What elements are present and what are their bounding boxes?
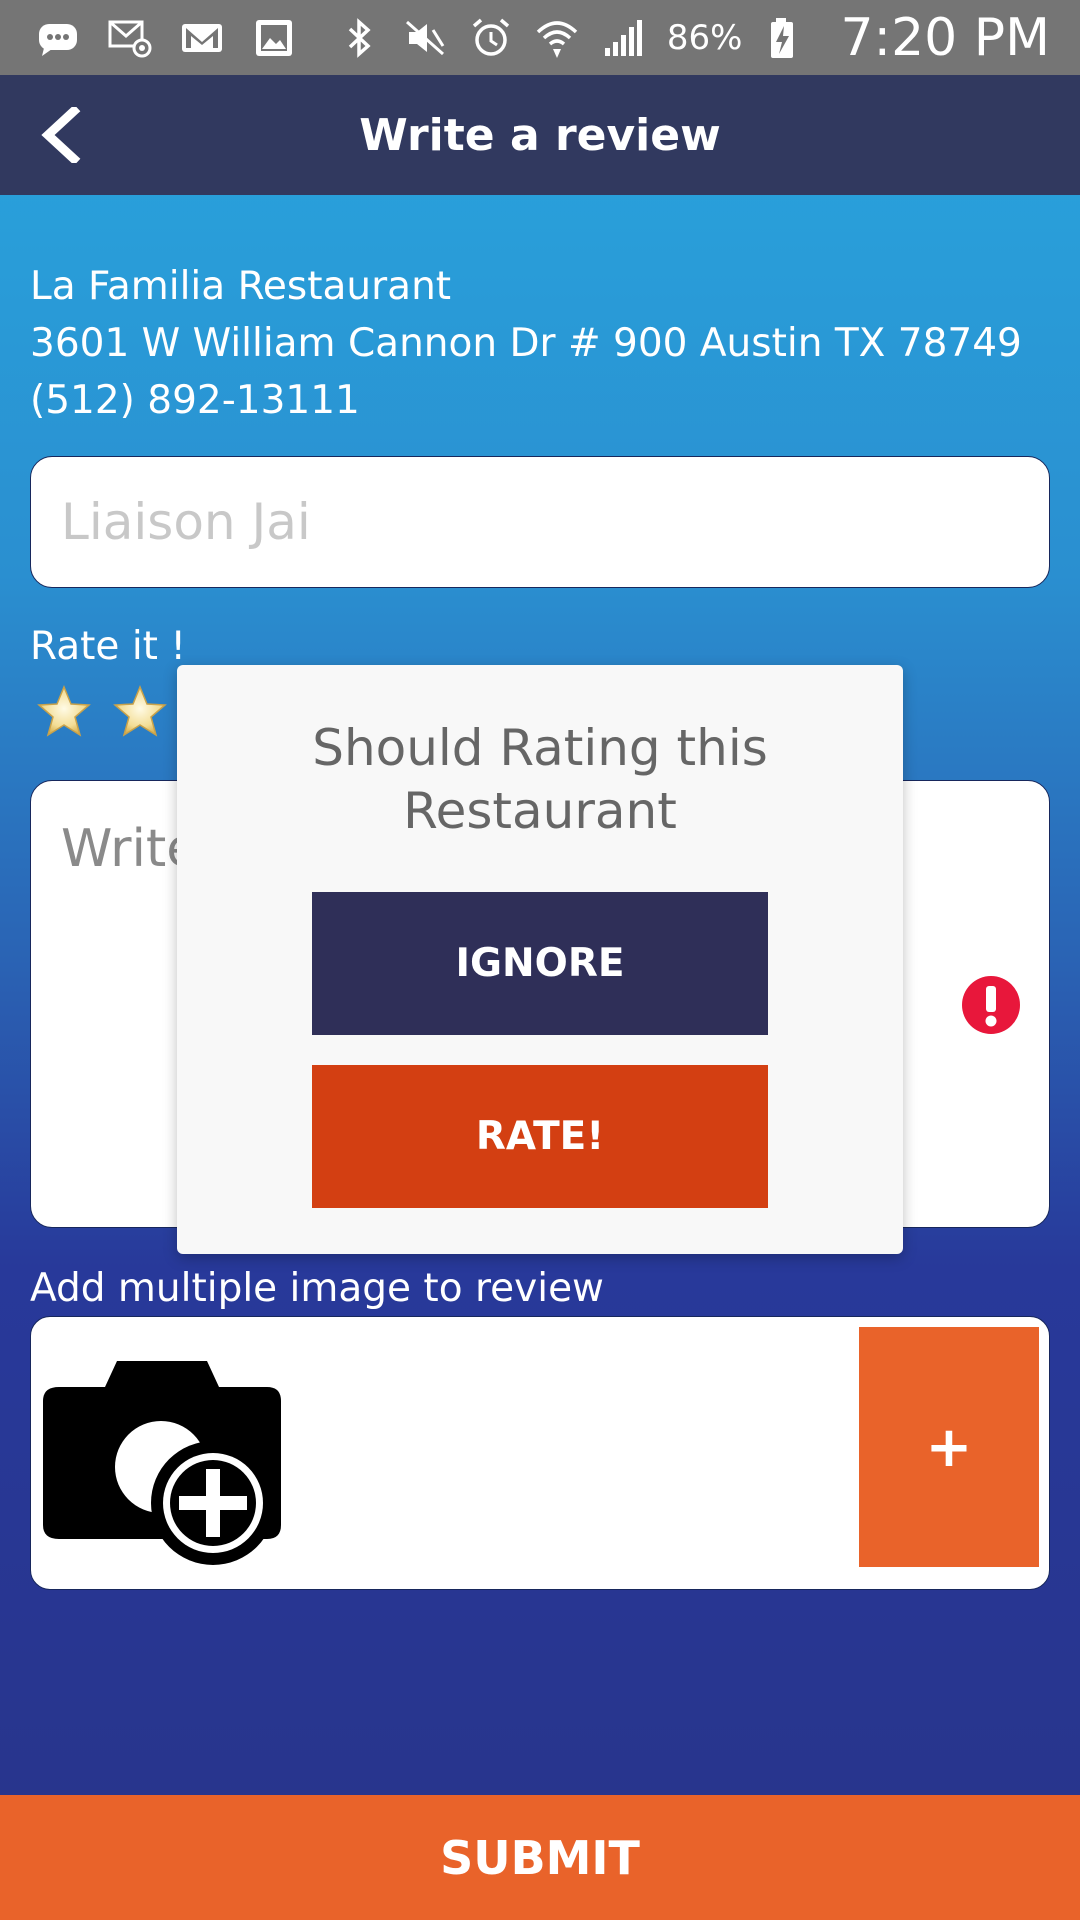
gmail-icon: [180, 16, 224, 60]
dialog-title-line2: Restaurant: [403, 782, 677, 840]
chat-icon: [36, 16, 80, 60]
toolbar: Write a review: [0, 75, 1080, 195]
star-rating[interactable]: [36, 684, 168, 740]
status-time: 7:20 PM: [840, 7, 1050, 68]
signal-icon: [601, 16, 645, 60]
add-images-label: Add multiple image to review: [30, 1266, 604, 1311]
email-at-icon: [108, 16, 152, 60]
image-icon: [252, 16, 296, 60]
star-icon[interactable]: [112, 684, 168, 740]
back-button[interactable]: [30, 103, 90, 167]
battery-percent: 86%: [666, 17, 743, 58]
rate-label: Rate it !: [30, 624, 186, 669]
error-icon: [962, 976, 1020, 1034]
star-icon[interactable]: [36, 684, 92, 740]
image-picker: +: [30, 1316, 1050, 1590]
back-arrow-icon: [41, 107, 81, 163]
wifi-icon: [535, 16, 579, 60]
rating-dialog: Should Rating this Restaurant IGNORE RAT…: [177, 665, 903, 1254]
rate-button[interactable]: RATE!: [312, 1065, 768, 1208]
dialog-title-line1: Should Rating this: [312, 719, 768, 777]
restaurant-address: 3601 W William Cannon Dr # 900 Austin TX…: [30, 321, 1022, 366]
battery-charging-icon: [764, 16, 808, 60]
restaurant-phone: (512) 892-13111: [30, 378, 360, 423]
restaurant-info: La Familia Restaurant 3601 W William Can…: [30, 258, 1022, 429]
mute-icon: [403, 16, 447, 60]
alarm-icon: [469, 16, 513, 60]
bluetooth-icon: [337, 16, 381, 60]
reviewer-name-input[interactable]: [30, 456, 1050, 588]
submit-button[interactable]: SUBMIT: [0, 1795, 1080, 1920]
add-photo-camera-icon[interactable]: [41, 1357, 283, 1571]
dialog-title: Should Rating this Restaurant: [177, 717, 903, 843]
add-image-button[interactable]: +: [859, 1327, 1039, 1567]
page-title: Write a review: [359, 109, 721, 161]
restaurant-name: La Familia Restaurant: [30, 264, 452, 309]
status-bar: 86% 7:20 PM: [0, 0, 1080, 75]
ignore-button[interactable]: IGNORE: [312, 892, 768, 1035]
